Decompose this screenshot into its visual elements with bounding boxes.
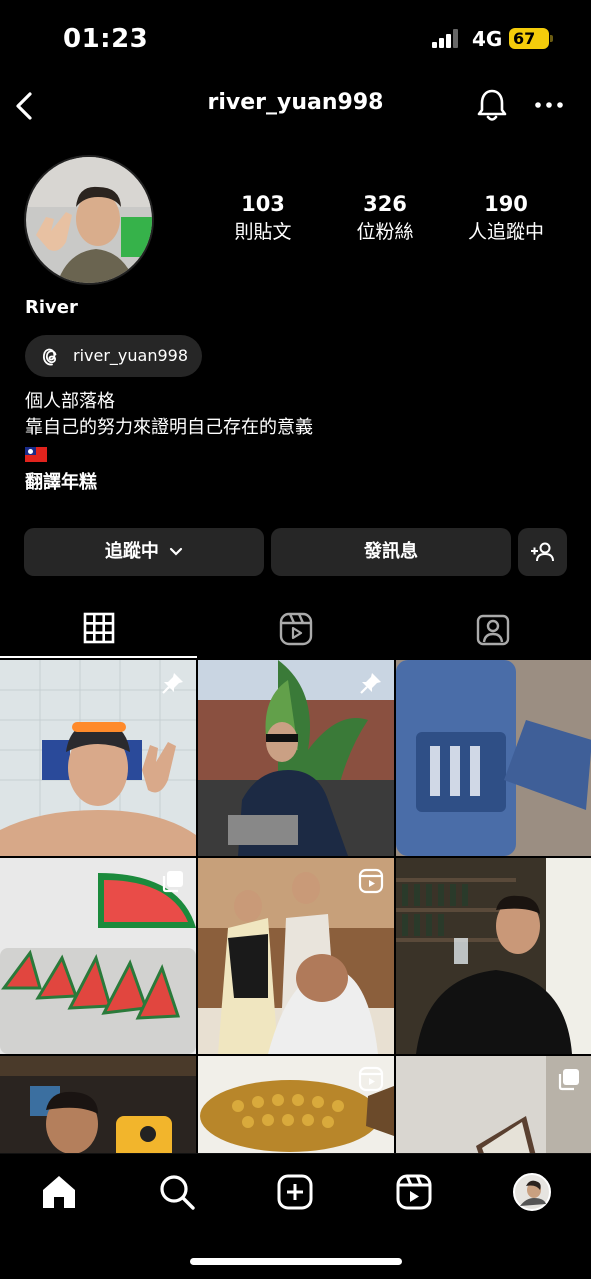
add-person-icon: [530, 542, 554, 562]
clock: 01:23: [63, 24, 149, 54]
bio-line: 靠自己的努力來證明自己存在的意義: [25, 417, 313, 438]
threads-handle: river_yuan998: [73, 346, 189, 365]
create-post-icon[interactable]: [275, 1172, 315, 1212]
reel-icon: [358, 868, 384, 894]
grid-icon: [83, 612, 114, 644]
home-icon[interactable]: [39, 1172, 79, 1212]
profile-nav-avatar[interactable]: [512, 1172, 552, 1212]
grid-post[interactable]: [0, 660, 196, 856]
profile-avatar[interactable]: [24, 155, 154, 285]
stat-label: 則貼文: [234, 221, 292, 243]
profile-header: river_yuan998: [0, 78, 591, 134]
grid-post[interactable]: [396, 858, 591, 1054]
chevron-down-icon: [170, 547, 183, 556]
grid-post[interactable]: [198, 660, 394, 856]
tab-tagged[interactable]: [394, 600, 591, 658]
status-bar: 01:23 4G 67: [0, 0, 591, 78]
followers-count[interactable]: 326 位粉絲: [330, 192, 440, 244]
reel-icon: [358, 1066, 384, 1092]
reels-nav-icon[interactable]: [394, 1172, 434, 1212]
grid-post[interactable]: [198, 1056, 394, 1153]
tab-posts-grid[interactable]: [0, 600, 197, 658]
more-options-icon[interactable]: [532, 92, 566, 118]
profile-bio: 個人部落格 靠自己的努力來證明自己存在的意義 翻譯年糕: [25, 389, 313, 496]
following-label: 追蹤中: [104, 541, 159, 562]
signal-icon: [432, 28, 462, 48]
tagged-person-icon: [476, 614, 509, 646]
suggest-people-button[interactable]: [518, 528, 567, 576]
posts-count[interactable]: 103 則貼文: [208, 192, 318, 244]
grid-post[interactable]: [0, 858, 196, 1054]
taiwan-flag-icon: [25, 447, 47, 462]
bio-highlight: 翻譯年糕: [25, 472, 97, 493]
network-type: 4G: [472, 27, 503, 51]
search-icon[interactable]: [157, 1172, 197, 1212]
following-button[interactable]: 追蹤中: [24, 528, 264, 576]
pin-icon: [360, 673, 381, 694]
battery-icon: 67: [509, 28, 553, 49]
threads-icon: [42, 348, 57, 366]
grid-post[interactable]: [0, 1056, 196, 1153]
stat-number: 326: [363, 192, 407, 216]
carousel-icon: [558, 1069, 579, 1091]
grid-post[interactable]: [396, 660, 591, 856]
bio-line: 個人部落格: [25, 391, 115, 412]
reels-icon: [279, 612, 312, 646]
carousel-icon: [162, 871, 183, 893]
threads-badge[interactable]: river_yuan998: [25, 335, 202, 377]
grid-post[interactable]: [198, 858, 394, 1054]
home-indicator: [190, 1258, 402, 1265]
pin-icon: [162, 673, 183, 694]
tab-reels[interactable]: [197, 600, 394, 658]
message-button[interactable]: 發訊息: [271, 528, 511, 576]
bell-icon[interactable]: [474, 86, 510, 124]
grid-post[interactable]: [396, 1056, 591, 1153]
stat-label: 位粉絲: [356, 221, 414, 243]
following-count[interactable]: 190 人追蹤中: [451, 192, 561, 244]
stat-number: 103: [241, 192, 285, 216]
stat-number: 190: [484, 192, 528, 216]
profile-stats: 103 則貼文 326 位粉絲 190 人追蹤中: [200, 192, 580, 252]
stat-label: 人追蹤中: [467, 221, 544, 243]
posts-grid: [0, 660, 591, 1153]
display-name: River: [25, 297, 78, 318]
profile-tabs: [0, 600, 591, 658]
